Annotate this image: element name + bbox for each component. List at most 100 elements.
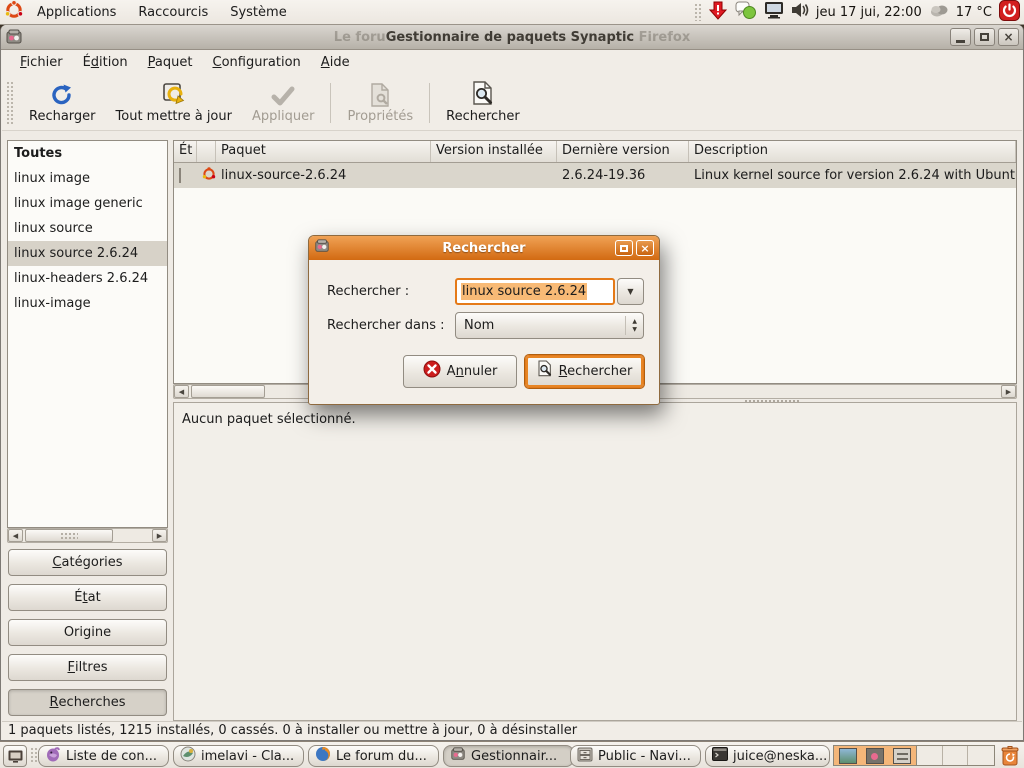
search-input[interactable]: linux source 2.6.24 (455, 278, 615, 305)
close-button[interactable]: × (998, 28, 1019, 46)
menu-raccourcis[interactable]: Raccourcis (129, 2, 217, 23)
search-history-dropdown[interactable]: ▼ (617, 278, 644, 305)
toolbar-separator (330, 83, 331, 123)
workspace-cell[interactable] (917, 746, 943, 765)
package-checkbox[interactable] (179, 168, 181, 183)
weather-icon[interactable] (929, 2, 949, 22)
ubuntu-logo-icon[interactable] (4, 0, 24, 24)
show-desktop-button[interactable] (3, 745, 27, 767)
clock[interactable]: jeu 17 jui, 22:00 (816, 5, 922, 20)
menu-configuration[interactable]: Configuration (202, 52, 310, 73)
workspace-cell[interactable] (968, 746, 994, 765)
package-description: Linux kernel source for version 2.6.24 w… (689, 168, 1016, 183)
power-button-icon[interactable] (999, 0, 1020, 25)
desktop: Applications Raccourcis Système (0, 0, 1024, 768)
workspace-cell[interactable] (943, 746, 969, 765)
list-item[interactable]: Toutes (8, 141, 167, 166)
scope-selected-value: Nom (464, 318, 494, 333)
scroll-left-icon[interactable]: ◀ (8, 529, 23, 542)
rechercher-toolbar-button[interactable]: Rechercher (436, 77, 530, 128)
sidebar-hscrollbar[interactable]: ◀ ▶ (7, 528, 168, 543)
task-terminal[interactable]: juice@neska... (705, 745, 830, 767)
refresh-icon (50, 81, 74, 107)
task-synaptic[interactable]: Gestionnair... (443, 745, 574, 767)
volume-icon[interactable] (791, 2, 809, 22)
pane-splitter-handle[interactable] (744, 399, 800, 404)
filtres-button[interactable]: Filtres (8, 654, 167, 681)
task-firefox[interactable]: Le forum du... (308, 745, 439, 767)
column-header-etat[interactable]: Ét (174, 141, 197, 162)
synaptic-task-icon (450, 746, 466, 766)
window-titlebar[interactable]: Le foruGestionnaire de paquets Synaptic … (1, 25, 1023, 50)
column-header-supported[interactable] (197, 141, 216, 162)
toolbar: Recharger Tout mettre à jour (2, 75, 1022, 131)
list-item[interactable]: linux source (8, 216, 167, 241)
menu-paquet[interactable]: Paquet (138, 52, 203, 73)
task-claws-mail[interactable]: imelavi - Cla... (173, 745, 304, 767)
tout-mettre-a-jour-button[interactable]: Tout mettre à jour (106, 77, 242, 128)
temperature[interactable]: 17 °C (956, 5, 992, 20)
scroll-right-icon[interactable]: ▶ (1001, 385, 1016, 398)
pidgin-icon (45, 746, 61, 766)
menu-fichier[interactable]: Fichier (10, 52, 73, 73)
list-item[interactable]: linux-image (8, 291, 167, 316)
dialog-title: Rechercher (309, 241, 659, 256)
menu-systeme[interactable]: Système (221, 2, 295, 23)
package-name: linux-source-2.6.24 (216, 168, 431, 183)
list-item[interactable]: linux-headers 2.6.24 (8, 266, 167, 291)
list-item[interactable]: linux image generic (8, 191, 167, 216)
mini-window-icon (893, 748, 911, 764)
window-title: Le foruGestionnaire de paquets Synaptic … (1, 30, 1023, 45)
file-cabinet-icon (577, 747, 593, 766)
column-header-paquet[interactable]: Paquet (216, 141, 431, 162)
search-icon (471, 81, 495, 107)
list-item[interactable]: linux image (8, 166, 167, 191)
search-input-selected-text: linux source 2.6.24 (461, 283, 587, 300)
workspace-active[interactable] (834, 746, 917, 765)
column-header-description[interactable]: Description (689, 141, 1016, 162)
terminal-icon (712, 747, 728, 765)
menu-aide[interactable]: Aide (311, 52, 360, 73)
update-notifier-icon[interactable] (708, 0, 728, 24)
column-header-derniere-version[interactable]: Dernière version (557, 141, 689, 162)
update-all-icon (161, 81, 187, 107)
list-item-selected[interactable]: linux source 2.6.24 (8, 241, 167, 266)
claws-mail-icon (180, 746, 196, 766)
search-label: Rechercher : (327, 284, 409, 299)
search-submit-button[interactable]: Rechercher (525, 355, 644, 388)
column-header-version-installee[interactable]: Version installée (431, 141, 557, 162)
cancel-button[interactable]: Annuler (403, 355, 517, 388)
task-nautilus[interactable]: Public - Navi... (570, 745, 701, 767)
bottom-taskbar: Liste de con... imelavi - Cla... Le foru… (0, 741, 1024, 768)
mini-window-icon (866, 748, 884, 764)
toolbar-handle[interactable] (6, 81, 13, 125)
workspace-switcher[interactable] (833, 745, 995, 766)
display-icon[interactable] (764, 1, 784, 23)
appliquer-button: Appliquer (242, 77, 324, 128)
scope-select[interactable]: Nom ▲▼ (455, 312, 644, 339)
tray-handle[interactable] (694, 3, 701, 21)
cancel-x-icon (423, 360, 441, 382)
recharger-button[interactable]: Recharger (19, 77, 106, 128)
chat-status-icon[interactable] (735, 0, 757, 24)
recherches-button[interactable]: Recherches (8, 689, 167, 716)
synaptic-window-icon (5, 28, 23, 46)
etat-button[interactable]: État (8, 584, 167, 611)
minimize-button[interactable] (950, 28, 971, 46)
gnome-top-panel: Applications Raccourcis Système (0, 0, 1024, 25)
tasklist-handle[interactable] (30, 747, 37, 764)
origine-button[interactable]: Origine (8, 619, 167, 646)
scroll-left-icon[interactable]: ◀ (174, 385, 189, 398)
no-package-selected-text: Aucun paquet sélectionné. (174, 403, 1016, 436)
categories-button[interactable]: Catégories (8, 549, 167, 576)
scroll-right-icon[interactable]: ▶ (152, 529, 167, 542)
trash-icon[interactable] (1000, 745, 1020, 768)
menu-edition[interactable]: Édition (73, 52, 138, 73)
menu-applications[interactable]: Applications (28, 2, 125, 23)
maximize-button[interactable] (974, 28, 995, 46)
statusbar: 1 paquets listés, 1215 installés, 0 cass… (2, 721, 1022, 740)
table-row[interactable]: linux-source-2.6.24 2.6.24-19.36 Linux k… (174, 163, 1016, 188)
spinner-arrows-icon: ▲▼ (625, 316, 643, 335)
dialog-titlebar[interactable]: Rechercher × (309, 236, 659, 260)
task-pidgin[interactable]: Liste de con... (38, 745, 169, 767)
